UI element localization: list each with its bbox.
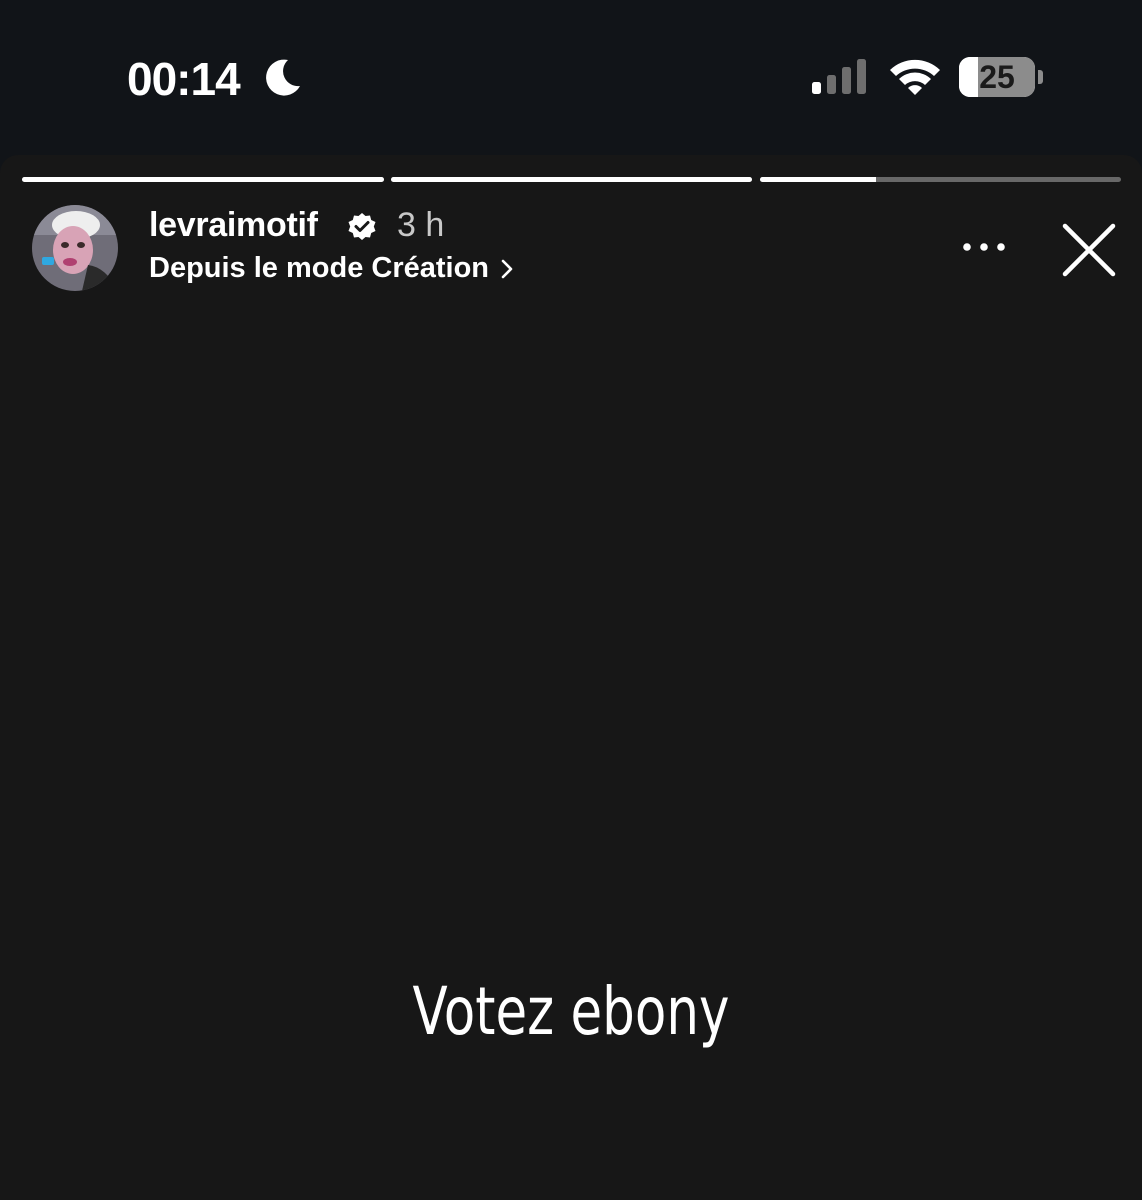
story-time-ago: 3 h [397,206,445,244]
battery-cap [1038,70,1043,84]
story-viewer[interactable]: levraimotif 3 h Depuis le mode Création … [0,155,1142,1200]
status-time: 00:14 [127,53,241,105]
cellular-signal-icon [812,59,866,94]
chevron-right-icon [501,259,513,278]
story-progress-fill-2 [391,177,752,182]
story-progress-fill-3 [760,177,876,182]
story-progress-segment-2 [391,177,752,182]
status-bar: 00:14 25 [0,0,1142,155]
story-text: Votez ebony [412,973,730,1050]
moon-icon [266,59,300,96]
story-source-link[interactable]: Depuis le mode Création [149,252,515,285]
story-progress-segment-1 [22,177,384,182]
story-progress-segment-3 [760,177,1121,182]
battery-percent: 25 [979,58,1015,95]
story-source-label: Depuis le mode Création [149,252,490,284]
more-options-icon[interactable] [960,239,1008,255]
verified-badge-icon [348,213,376,240]
story-progress-fill-1 [22,177,384,182]
story-username[interactable]: levraimotif [149,206,318,245]
wifi-icon [890,59,940,95]
avatar-image [32,205,118,291]
battery-indicator: 25 [959,57,1035,97]
avatar[interactable] [32,205,118,291]
close-icon[interactable] [1060,221,1118,279]
